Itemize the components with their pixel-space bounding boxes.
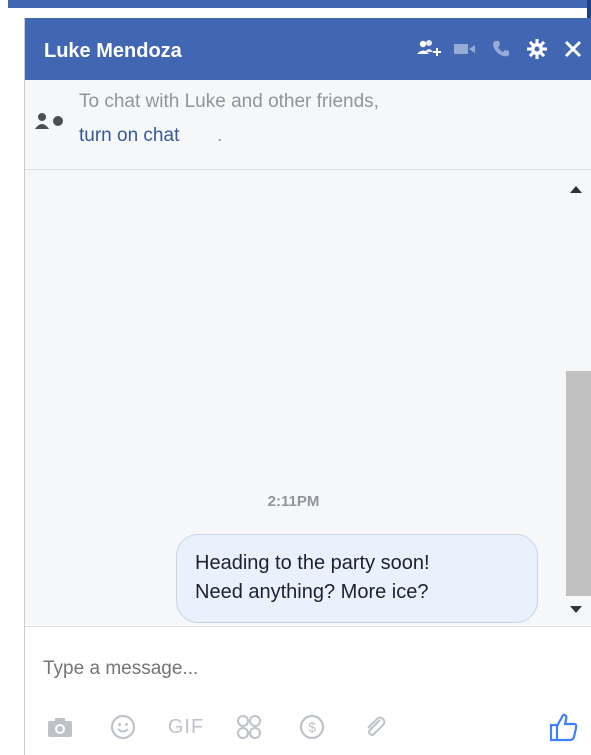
chat-window: Luke Mendoza To chat with Luke and other… xyxy=(24,18,591,755)
message-input[interactable] xyxy=(43,654,563,684)
message-composer: GIF $ xyxy=(25,626,591,755)
notice-text: To chat with Luke and other friends, xyxy=(79,91,379,112)
message-bubble[interactable]: Heading to the party soon! Need anything… xyxy=(176,534,538,623)
close-icon[interactable] xyxy=(558,36,588,62)
scrollbar-thumb[interactable] xyxy=(566,371,591,596)
message-line: Heading to the party soon! xyxy=(195,552,430,574)
payment-icon[interactable]: $ xyxy=(295,710,329,744)
chat-off-notice: To chat with Luke and other friends, tur… xyxy=(25,80,591,170)
phone-icon[interactable] xyxy=(486,36,516,62)
stickers-icon[interactable] xyxy=(232,710,266,744)
add-people-icon[interactable] xyxy=(414,36,444,62)
page-left-edge xyxy=(0,0,8,755)
chat-header[interactable]: Luke Mendoza xyxy=(25,18,591,80)
scroll-down-arrow-icon[interactable] xyxy=(570,606,582,613)
browser-top-strip xyxy=(0,0,591,8)
chat-title[interactable]: Luke Mendoza xyxy=(44,40,182,63)
composer-toolbar: GIF $ xyxy=(43,709,421,745)
message-line: Need anything? More ice? xyxy=(195,581,429,603)
chat-status-icon xyxy=(34,111,68,136)
emoji-icon[interactable] xyxy=(106,710,140,744)
message-list[interactable]: 2:11PM Heading to the party soon! Need a… xyxy=(25,170,591,625)
thumbs-up-icon[interactable] xyxy=(546,709,582,745)
camera-icon[interactable] xyxy=(43,710,77,744)
header-icons xyxy=(408,36,588,62)
scroll-up-arrow-icon[interactable] xyxy=(570,186,582,193)
svg-text:$: $ xyxy=(308,719,316,735)
attachment-icon[interactable] xyxy=(358,710,392,744)
scrollbar[interactable] xyxy=(562,170,591,625)
gif-icon[interactable]: GIF xyxy=(168,710,203,744)
gear-icon[interactable] xyxy=(522,36,552,62)
notice-suffix: . xyxy=(217,125,223,146)
video-call-icon[interactable] xyxy=(450,36,480,62)
turn-on-chat-link[interactable]: turn on chat xyxy=(79,125,179,147)
message-timestamp: 2:11PM xyxy=(267,493,320,510)
